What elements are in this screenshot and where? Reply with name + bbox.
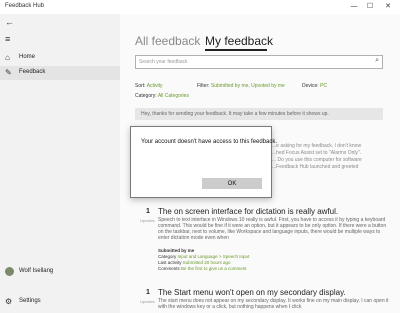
search-input[interactable] xyxy=(139,57,365,67)
hamburger-menu-icon[interactable]: ≡ xyxy=(5,34,10,44)
search-icon[interactable]: ⌕ xyxy=(375,57,379,65)
feedback-title[interactable]: The on screen interface for dictation is… xyxy=(158,207,338,216)
search-box[interactable]: ⌕ xyxy=(135,55,383,69)
close-button[interactable]: ✕ xyxy=(380,1,396,13)
feedback-icon: ✎ xyxy=(5,68,12,77)
upvote-count[interactable]: 1 xyxy=(146,208,150,215)
nav-item-home[interactable]: ⌂ Home xyxy=(0,51,120,65)
feedback-meta: Submitted by me Category Input and Langu… xyxy=(158,248,249,272)
comments-link[interactable]: Be the first to give us a comment xyxy=(181,266,247,271)
access-error-dialog: Your account doesn't have access to this… xyxy=(130,126,277,198)
filter-label: Filter: xyxy=(197,83,210,89)
device-label: Device: xyxy=(302,83,319,89)
device-filter[interactable]: Device: PC xyxy=(302,83,327,89)
comments-prefix: Comments xyxy=(158,266,180,271)
nav-item-feedback[interactable]: ✎ Feedback xyxy=(0,66,120,80)
active-tab-indicator xyxy=(205,49,267,51)
minimize-button[interactable]: — xyxy=(346,1,362,13)
nav-item-label: Feedback xyxy=(19,69,46,75)
category-link[interactable]: Input and Language > Speech Input xyxy=(178,254,250,259)
activity-value: Submitted 20 hours ago xyxy=(182,260,231,265)
tab-my-feedback[interactable]: My feedback xyxy=(205,34,273,48)
activity-prefix: Last activity xyxy=(158,260,182,265)
comments-line: Comments Be the first to give us a comme… xyxy=(158,266,249,272)
back-icon[interactable]: ← xyxy=(5,17,14,27)
maximize-button[interactable]: ☐ xyxy=(362,1,378,13)
category-filter[interactable]: Category: All Categories xyxy=(135,93,189,99)
user-name: Wolf Isellang xyxy=(19,268,54,274)
upvote-label: Upvotes xyxy=(140,299,155,304)
background-text-line: ...Feedback Hub launched and greeted xyxy=(272,164,359,170)
sort-value[interactable]: Activity xyxy=(147,83,163,89)
home-icon: ⌂ xyxy=(5,53,10,62)
feedback-title[interactable]: The Start menu won't open on my secondar… xyxy=(158,288,346,297)
nav-item-settings[interactable]: ⚙ Settings xyxy=(0,295,120,309)
tab-all-feedback[interactable]: All feedback xyxy=(135,34,200,48)
user-account[interactable]: Wolf Isellang xyxy=(0,265,120,279)
title-bar: Feedback Hub — ☐ ✕ xyxy=(0,0,400,14)
gear-icon: ⚙ xyxy=(5,297,13,306)
category-label: Category: xyxy=(135,93,157,99)
ok-button[interactable]: OK xyxy=(202,178,262,189)
app-title: Feedback Hub xyxy=(5,3,45,9)
nav-item-label: Home xyxy=(19,54,36,60)
info-banner: Hey, thanks for sending your feedback. I… xyxy=(135,108,383,120)
category-prefix: Category xyxy=(158,254,177,259)
filter-filter[interactable]: Filter: Submitted by me, Upvoted by me xyxy=(197,83,285,89)
nav-item-label: Settings xyxy=(19,298,41,304)
background-text-line: ... Do you use this computer for softwar… xyxy=(272,157,362,163)
device-value[interactable]: PC xyxy=(320,83,327,89)
sort-filter[interactable]: Sort: Activity xyxy=(135,83,163,89)
nav-pane: ← ≡ ⌂ Home ✎ Feedback Wolf Isellang ⚙ Se… xyxy=(0,14,120,313)
upvote-label: Upvotes xyxy=(140,218,155,223)
dialog-message: Your account doesn't have access to this… xyxy=(141,139,278,145)
feedback-body: The start menu does not appear on my sec… xyxy=(158,298,389,310)
upvote-count[interactable]: 1 xyxy=(146,289,150,296)
avatar xyxy=(5,267,14,276)
background-text-line: ...e asking for my feedback, I don't kno… xyxy=(272,143,362,149)
sort-label: Sort: xyxy=(135,83,146,89)
feedback-body: Speech to text interface in Windows 10 r… xyxy=(158,217,387,241)
filter-value[interactable]: Submitted by me, Upvoted by me xyxy=(211,83,285,89)
background-text-line: ...hed Focus Assist set to "Alarms Only"… xyxy=(272,150,362,156)
category-value[interactable]: All Categories xyxy=(158,93,189,99)
